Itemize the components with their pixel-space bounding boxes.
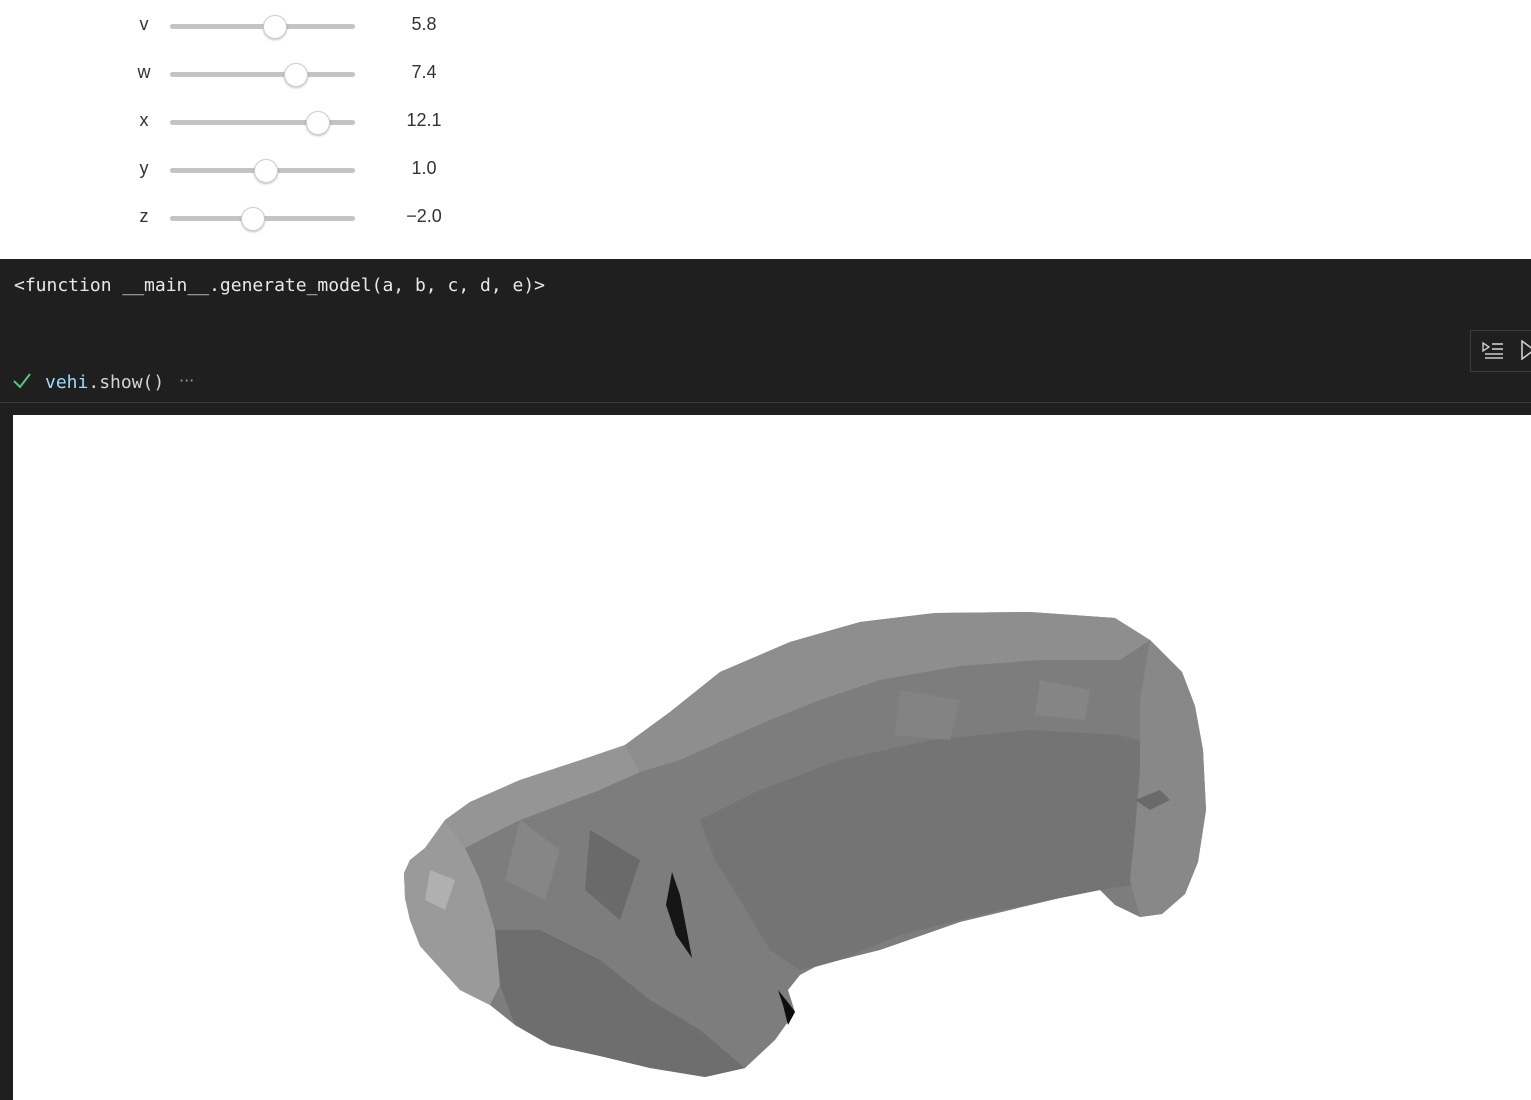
cell-code[interactable]: vehi.show() <box>45 372 164 393</box>
slider-row-w: w 7.4 <box>0 50 600 98</box>
code-call: .show() <box>88 372 165 393</box>
slider-label: w <box>137 62 151 82</box>
code-cell[interactable]: vehi.show() ··· <box>0 369 1531 403</box>
checkmark-icon <box>12 371 32 396</box>
slider-value: 7.4 <box>411 62 437 82</box>
slider-row-x: x 12.1 <box>0 98 600 146</box>
3d-viewer[interactable] <box>13 415 1531 1100</box>
slider-thumb[interactable] <box>241 207 266 231</box>
slider-thumb[interactable] <box>254 159 279 183</box>
slider-value: 12.1 <box>406 110 442 130</box>
ellipsis-icon[interactable]: ··· <box>179 371 194 390</box>
slider-label: y <box>139 158 149 178</box>
slider-thumb[interactable] <box>263 15 288 39</box>
slider-panel: v 5.8 w 7.4 x 12.1 y 1.0 z −2.0 <box>0 0 1531 259</box>
car-model-render[interactable] <box>13 415 1531 1100</box>
slider-thumb[interactable] <box>306 111 330 135</box>
notebook-output-area: <function __main__.generate_model(a, b, … <box>0 259 1531 403</box>
slider-row-v: v 5.8 <box>0 2 600 50</box>
slider-row-z: z −2.0 <box>0 194 600 242</box>
slider-track[interactable] <box>170 72 355 77</box>
execute-icon[interactable] <box>1521 339 1531 365</box>
slider-value: −2.0 <box>406 206 442 226</box>
slider-thumb[interactable] <box>283 63 308 87</box>
code-variable: vehi <box>45 372 89 393</box>
slider-label: x <box>139 110 149 130</box>
slider-row-y: y 1.0 <box>0 146 600 194</box>
slider-label: v <box>139 14 149 34</box>
cell-toolbar <box>1470 330 1531 372</box>
slider-label: z <box>139 206 149 226</box>
function-output-text: <function __main__.generate_model(a, b, … <box>14 275 546 296</box>
slider-value: 1.0 <box>411 158 437 178</box>
slider-value: 5.8 <box>411 14 437 34</box>
run-by-line-icon[interactable] <box>1481 340 1505 365</box>
